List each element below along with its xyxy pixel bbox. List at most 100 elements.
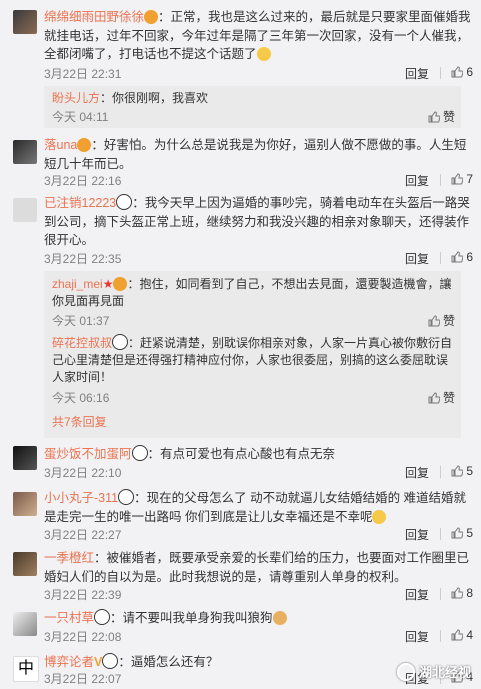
avatar[interactable]: 中 bbox=[13, 656, 39, 682]
comment-username[interactable]: 一季橙红 bbox=[44, 551, 94, 565]
like-button[interactable]: 赞 bbox=[428, 389, 455, 406]
comment-time: 3月22日 22:27 bbox=[44, 528, 122, 542]
comment-text: 一只村草 ：请不要叫我单身狗我叫狼狗 bbox=[44, 609, 473, 628]
reply-button[interactable]: 回复 bbox=[405, 250, 429, 267]
thumb-up-icon bbox=[428, 315, 440, 327]
reply-button[interactable]: 回复 bbox=[405, 586, 429, 603]
laugh-emoji-icon bbox=[256, 47, 271, 61]
avatar[interactable] bbox=[13, 10, 37, 34]
like-button[interactable]: 5 bbox=[451, 526, 473, 540]
comment-text: 落una ：好害怕。为什么总是说我是为你好，逼别人做不愿做的事。人生短短几十年而已… bbox=[44, 138, 467, 171]
comment-time: 3月22日 22:31 bbox=[44, 67, 122, 81]
divider bbox=[440, 466, 441, 478]
comment-item: 小小丸子-311 ：现在的父母怎么了 动不动就逼儿女结婚结婚的 难道结婚就是走完一… bbox=[0, 486, 481, 544]
comment-meta: 3月22日 22:16 回复 7 bbox=[44, 172, 473, 188]
divider bbox=[440, 174, 441, 186]
like-button[interactable]: 5 bbox=[451, 464, 473, 478]
v-badge-icon: V bbox=[94, 655, 103, 669]
divider bbox=[440, 67, 441, 79]
like-button[interactable]: 7 bbox=[451, 172, 473, 186]
more-replies-link[interactable]: 共7条回复 bbox=[52, 413, 107, 430]
thumb-up-icon bbox=[451, 629, 463, 641]
comment-time: 3月22日 22:39 bbox=[44, 588, 122, 602]
avatar[interactable] bbox=[13, 140, 37, 164]
watermark-logo-icon bbox=[396, 663, 415, 681]
avatar[interactable] bbox=[13, 612, 37, 636]
comment-meta: 3月22日 22:31 回复 6 bbox=[44, 65, 473, 81]
comment-meta: 3月22日 22:08 回复 4 bbox=[44, 628, 473, 644]
avatar[interactable] bbox=[13, 198, 37, 222]
thumb-up-icon bbox=[451, 465, 463, 477]
comment-item: 一只村草 ：请不要叫我单身狗我叫狼狗 3月22日 22:08 回复 4 bbox=[0, 606, 481, 650]
badge-icon bbox=[77, 138, 92, 152]
thumb-up-icon bbox=[451, 66, 463, 78]
thumb-up-icon bbox=[451, 173, 463, 185]
like-button[interactable]: 8 bbox=[451, 586, 473, 600]
reply-username[interactable]: 碎花控叔叔 bbox=[52, 336, 112, 350]
avatar[interactable] bbox=[13, 446, 37, 470]
comment-username[interactable]: 蛋炒饭不加蛋阿 bbox=[44, 447, 132, 461]
comment-text: 绵绵细雨田野徐徐 ：正常，我也是这么过来的，最后就是只要家里面催婚我就挂电话，过年… bbox=[44, 10, 471, 61]
like-button[interactable]: 赞 bbox=[428, 312, 455, 329]
comment-time: 3月22日 22:08 bbox=[44, 630, 122, 644]
like-button[interactable]: 6 bbox=[451, 65, 473, 79]
like-button[interactable]: 4 bbox=[451, 628, 473, 642]
comment-item: 蛋炒饭不加蛋阿 ：有点可爱也有点心酸也有点无奈 3月22日 22:10 回复 5 bbox=[0, 442, 481, 486]
avatar-glyph: 中 bbox=[17, 660, 34, 677]
divider bbox=[440, 588, 441, 600]
reply-text: 盼头儿方：你很刚啊，我喜欢 bbox=[52, 91, 209, 105]
reply-time: 今天 04:11 bbox=[52, 110, 109, 124]
comment-username[interactable]: 已注销12223 bbox=[44, 196, 116, 210]
panda-emoji-icon bbox=[118, 489, 135, 505]
reply-button[interactable]: 回复 bbox=[405, 464, 429, 481]
reply-meta: 今天 04:11 赞 bbox=[52, 108, 455, 125]
panda-emoji-icon bbox=[102, 653, 119, 669]
star-icon: ★ bbox=[102, 277, 114, 291]
comment-time: 3月22日 22:07 bbox=[44, 672, 122, 686]
reply-button[interactable]: 回复 bbox=[405, 526, 429, 543]
reply-time: 今天 01:37 bbox=[52, 314, 110, 328]
comment-meta: 3月22日 22:27 回复 5 bbox=[44, 526, 473, 542]
reply-button[interactable]: 回复 bbox=[405, 172, 429, 189]
comment-meta: 3月22日 22:10 回复 5 bbox=[44, 464, 473, 480]
like-button[interactable]: 6 bbox=[451, 250, 473, 264]
badge-icon bbox=[113, 277, 128, 291]
comment-username[interactable]: 小小丸子-311 bbox=[44, 491, 118, 505]
divider bbox=[440, 528, 441, 540]
comment-time: 3月22日 22:10 bbox=[44, 466, 122, 480]
avatar[interactable] bbox=[13, 492, 37, 516]
comment-username[interactable]: 落una bbox=[44, 138, 77, 152]
reply-username[interactable]: 盼头儿方 bbox=[52, 91, 100, 105]
comment-text: 小小丸子-311 ：现在的父母怎么了 动不动就逼儿女结婚结婚的 难道结婚就是走完一… bbox=[44, 489, 467, 524]
thumb-up-icon bbox=[451, 251, 463, 263]
comment-item: 落una ：好害怕。为什么总是说我是为你好，逼别人做不愿做的事。人生短短几十年而已… bbox=[0, 132, 481, 190]
comment-username[interactable]: 博弈论者 bbox=[44, 655, 94, 669]
reply-button[interactable]: 回复 bbox=[405, 628, 429, 645]
divider bbox=[440, 630, 441, 642]
thumb-up-icon bbox=[451, 587, 463, 599]
reply-time: 今天 06:16 bbox=[52, 391, 110, 405]
watermark: 湖北经视 bbox=[396, 662, 471, 681]
avatar[interactable] bbox=[13, 552, 37, 576]
divider bbox=[440, 252, 441, 264]
comment-username[interactable]: 一只村草 bbox=[44, 611, 94, 625]
comment-username[interactable]: 绵绵细雨田野徐徐 bbox=[44, 10, 144, 24]
reply-box: 盼头儿方：你很刚啊，我喜欢 今天 04:11 赞 bbox=[44, 86, 461, 128]
thumb-up-icon bbox=[428, 111, 440, 123]
comment-time: 3月22日 22:35 bbox=[44, 252, 122, 266]
comment-time: 3月22日 22:16 bbox=[44, 174, 122, 188]
panda-emoji-icon bbox=[94, 609, 111, 625]
panda-emoji-icon bbox=[116, 194, 133, 210]
reply-username[interactable]: zhaji_mei bbox=[52, 277, 103, 291]
thumb-up-icon bbox=[428, 392, 440, 404]
like-button[interactable]: 赞 bbox=[428, 108, 455, 125]
reply-meta: 今天 01:37 赞 bbox=[52, 312, 455, 329]
reply-button[interactable]: 回复 bbox=[405, 65, 429, 82]
reply-box: zhaji_mei★ ：抱住，如同看到了自己，不想出去見面，還要製造機會，讓你見面… bbox=[44, 271, 461, 438]
thumb-up-icon bbox=[451, 527, 463, 539]
badge-icon bbox=[144, 10, 159, 24]
wink-emoji-icon bbox=[372, 509, 387, 524]
reply-text: zhaji_mei★ ：抱住，如同看到了自己，不想出去見面，還要製造機會，讓你見面… bbox=[52, 277, 452, 308]
comment-text: 已注销12223 ：我今天早上因为逼婚的事吵完，骑着电动车在头盔后一路哭到公司，摘… bbox=[44, 194, 470, 247]
comment-meta: 3月22日 22:35 回复 6 bbox=[44, 250, 473, 266]
